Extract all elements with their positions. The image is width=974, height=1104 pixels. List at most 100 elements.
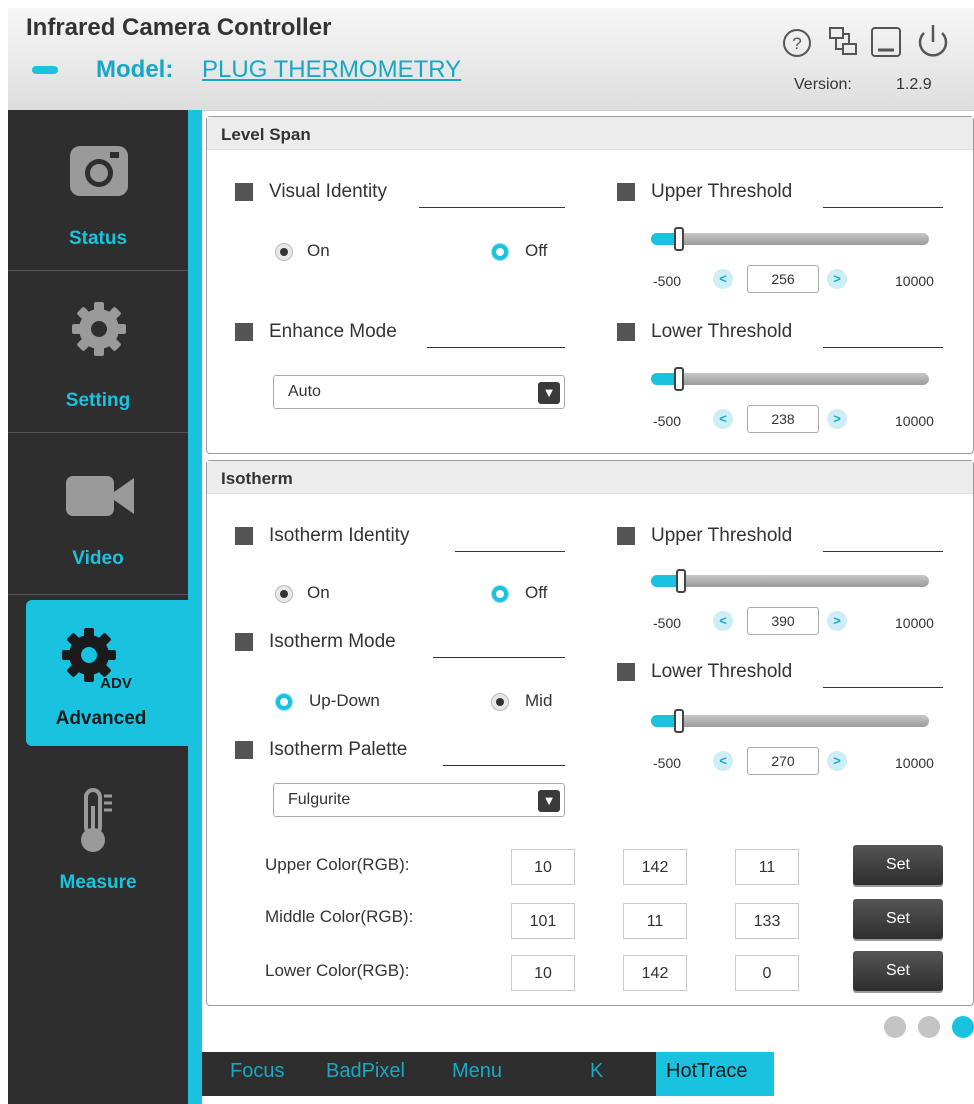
slider-handle[interactable] <box>674 709 684 733</box>
isotherm-lower-threshold-value[interactable]: 270 <box>747 747 819 775</box>
isotherm-lower-threshold-checkbox[interactable] <box>617 663 635 681</box>
page-dot-3[interactable] <box>952 1016 974 1038</box>
visual-identity-off-radio[interactable] <box>491 243 509 261</box>
app-title: Infrared Camera Controller <box>26 14 332 41</box>
enhance-mode-checkbox[interactable] <box>235 323 253 341</box>
visual-identity-on-radio[interactable] <box>275 243 293 261</box>
chevron-down-icon[interactable]: ▼ <box>538 382 560 404</box>
lower-threshold-checkbox[interactable] <box>617 323 635 341</box>
range-max: 10000 <box>895 413 934 429</box>
isotherm-upper-threshold-checkbox[interactable] <box>617 527 635 545</box>
divider <box>455 551 565 552</box>
lower-color-label: Lower Color(RGB): <box>265 961 410 980</box>
video-camera-icon <box>66 476 134 516</box>
isotherm-identity-off-radio[interactable] <box>491 585 509 603</box>
tab-badpixel[interactable]: BadPixel <box>326 1060 405 1083</box>
select-value: Fulgurite <box>288 791 351 808</box>
isotherm-palette-label: Isotherm Palette <box>269 739 408 760</box>
upper-threshold-value[interactable]: 256 <box>747 265 819 293</box>
upper-color-b-input[interactable]: 11 <box>735 849 799 885</box>
tab-hottrace[interactable]: HotTrace <box>666 1060 748 1083</box>
radio-label: Off <box>525 583 548 602</box>
upper-color-set-button[interactable]: Set <box>853 845 943 885</box>
power-icon[interactable] <box>912 20 954 62</box>
isotherm-identity-checkbox[interactable] <box>235 527 253 545</box>
decrement-button[interactable]: < <box>713 751 733 771</box>
slider-handle[interactable] <box>674 227 684 251</box>
panel-title: Level Span <box>221 125 311 144</box>
model-indicator <box>32 66 58 74</box>
lower-color-set-button[interactable]: Set <box>853 951 943 991</box>
isotherm-identity-on-radio[interactable] <box>275 585 293 603</box>
isotherm-palette-checkbox[interactable] <box>235 741 253 759</box>
tab-menu[interactable]: Menu <box>452 1060 502 1083</box>
middle-color-label: Middle Color(RGB): <box>265 907 414 926</box>
divider <box>427 347 565 348</box>
range-min: -500 <box>653 755 682 771</box>
middle-color-set-button[interactable]: Set <box>853 899 943 939</box>
slider-handle[interactable] <box>676 569 686 593</box>
upper-color-r-input[interactable]: 10 <box>511 849 575 885</box>
level-span-panel: Level Span Visual Identity On Off Enhanc… <box>206 116 974 454</box>
minimize-icon[interactable] <box>866 20 908 62</box>
visual-identity-checkbox[interactable] <box>235 183 253 201</box>
sidebar-item-status[interactable]: Status <box>8 110 188 271</box>
range-min: -500 <box>653 413 682 429</box>
isotherm-upper-threshold-slider[interactable] <box>651 575 929 587</box>
isotherm-lower-threshold-slider[interactable] <box>651 715 929 727</box>
increment-button[interactable]: > <box>827 409 847 429</box>
middle-color-g-input[interactable]: 11 <box>623 903 687 939</box>
lower-threshold-value[interactable]: 238 <box>747 405 819 433</box>
chevron-down-icon[interactable]: ▼ <box>538 790 560 812</box>
lower-color-b-input[interactable]: 0 <box>735 955 799 991</box>
range-max: 10000 <box>895 273 934 289</box>
isotherm-upper-threshold-value[interactable]: 390 <box>747 607 819 635</box>
sidebar-item-video[interactable]: Video <box>8 434 188 595</box>
network-icon[interactable] <box>822 20 864 62</box>
decrement-button[interactable]: < <box>713 409 733 429</box>
range-min: -500 <box>653 615 682 631</box>
isotherm-palette-select[interactable]: Fulgurite ▼ <box>273 783 565 817</box>
divider <box>823 207 943 208</box>
isotherm-mode-checkbox[interactable] <box>235 633 253 651</box>
upper-color-label: Upper Color(RGB): <box>265 855 410 874</box>
radio-label: On <box>307 583 330 602</box>
page-dot-2[interactable] <box>918 1016 940 1038</box>
radio-label: Off <box>525 241 548 260</box>
lower-color-g-input[interactable]: 142 <box>623 955 687 991</box>
middle-color-b-input[interactable]: 133 <box>735 903 799 939</box>
radio-label: On <box>307 241 330 260</box>
lower-threshold-slider[interactable] <box>651 373 929 385</box>
sidebar-item-measure[interactable]: Measure <box>8 760 188 920</box>
adv-badge: ADV <box>100 675 132 692</box>
isotherm-mode-mid-radio[interactable] <box>491 693 509 711</box>
panel-header <box>207 117 973 150</box>
enhance-mode-label: Enhance Mode <box>269 321 397 342</box>
increment-button[interactable]: > <box>827 611 847 631</box>
page-dot-1[interactable] <box>884 1016 906 1038</box>
decrement-button[interactable]: < <box>713 611 733 631</box>
isotherm-mode-updown-radio[interactable] <box>275 693 293 711</box>
radio-label: Mid <box>525 691 553 710</box>
isotherm-panel: Isotherm Isotherm Identity On Off Isothe… <box>206 460 974 1006</box>
tab-focus[interactable]: Focus <box>230 1060 284 1083</box>
sidebar-item-setting[interactable]: Setting <box>8 272 188 433</box>
upper-threshold-checkbox[interactable] <box>617 183 635 201</box>
decrement-button[interactable]: < <box>713 269 733 289</box>
increment-button[interactable]: > <box>827 269 847 289</box>
slider-handle[interactable] <box>674 367 684 391</box>
model-label: Model: <box>96 56 174 83</box>
increment-button[interactable]: > <box>827 751 847 771</box>
range-max: 10000 <box>895 615 934 631</box>
lower-color-r-input[interactable]: 10 <box>511 955 575 991</box>
gear-adv-icon: ADV <box>62 628 132 692</box>
range-min: -500 <box>653 273 682 289</box>
help-icon[interactable]: ? <box>776 20 818 62</box>
middle-color-r-input[interactable]: 101 <box>511 903 575 939</box>
upper-threshold-slider[interactable] <box>651 233 929 245</box>
enhance-mode-select[interactable]: Auto ▼ <box>273 375 565 409</box>
model-link[interactable]: PLUG THERMOMETRY <box>202 56 461 84</box>
upper-color-g-input[interactable]: 142 <box>623 849 687 885</box>
tab-k[interactable]: K <box>590 1060 603 1083</box>
sidebar-item-label: Status <box>68 228 128 249</box>
